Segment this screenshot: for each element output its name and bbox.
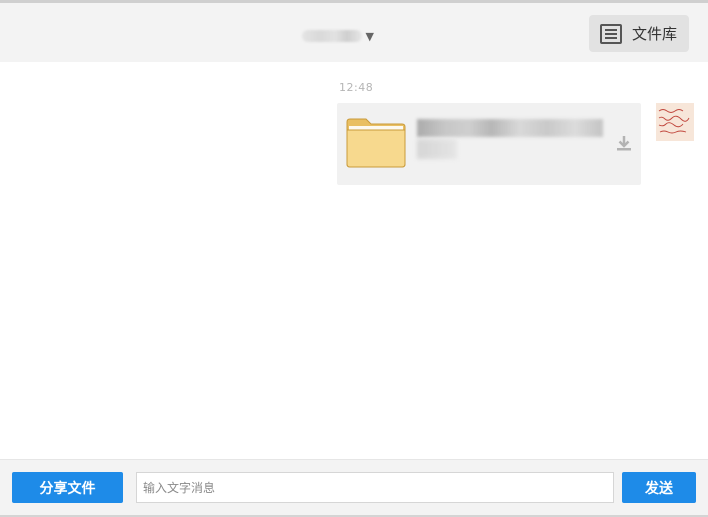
message-input[interactable] [136, 472, 614, 503]
avatar[interactable] [656, 103, 694, 141]
conversation-name-blurred [302, 30, 362, 42]
file-message-bubble[interactable] [337, 103, 641, 185]
chat-footer: 分享文件 发送 [0, 459, 708, 517]
file-size-blurred [417, 139, 457, 159]
folder-icon [346, 116, 406, 172]
file-library-button[interactable]: 文件库 [589, 15, 689, 52]
chevron-down-icon: ▼ [365, 29, 374, 43]
share-file-button[interactable]: 分享文件 [12, 472, 123, 503]
chat-header: ▼ 文件库 [0, 3, 708, 62]
conversation-title-dropdown[interactable]: ▼ [302, 27, 374, 45]
file-name-blurred [417, 119, 603, 137]
download-icon[interactable] [615, 134, 633, 156]
message-list[interactable]: 12:48 [0, 62, 708, 459]
send-button[interactable]: 发送 [622, 472, 696, 503]
file-library-icon [600, 23, 622, 44]
message-timestamp: 12:48 [339, 81, 374, 94]
file-library-label: 文件库 [632, 25, 678, 43]
